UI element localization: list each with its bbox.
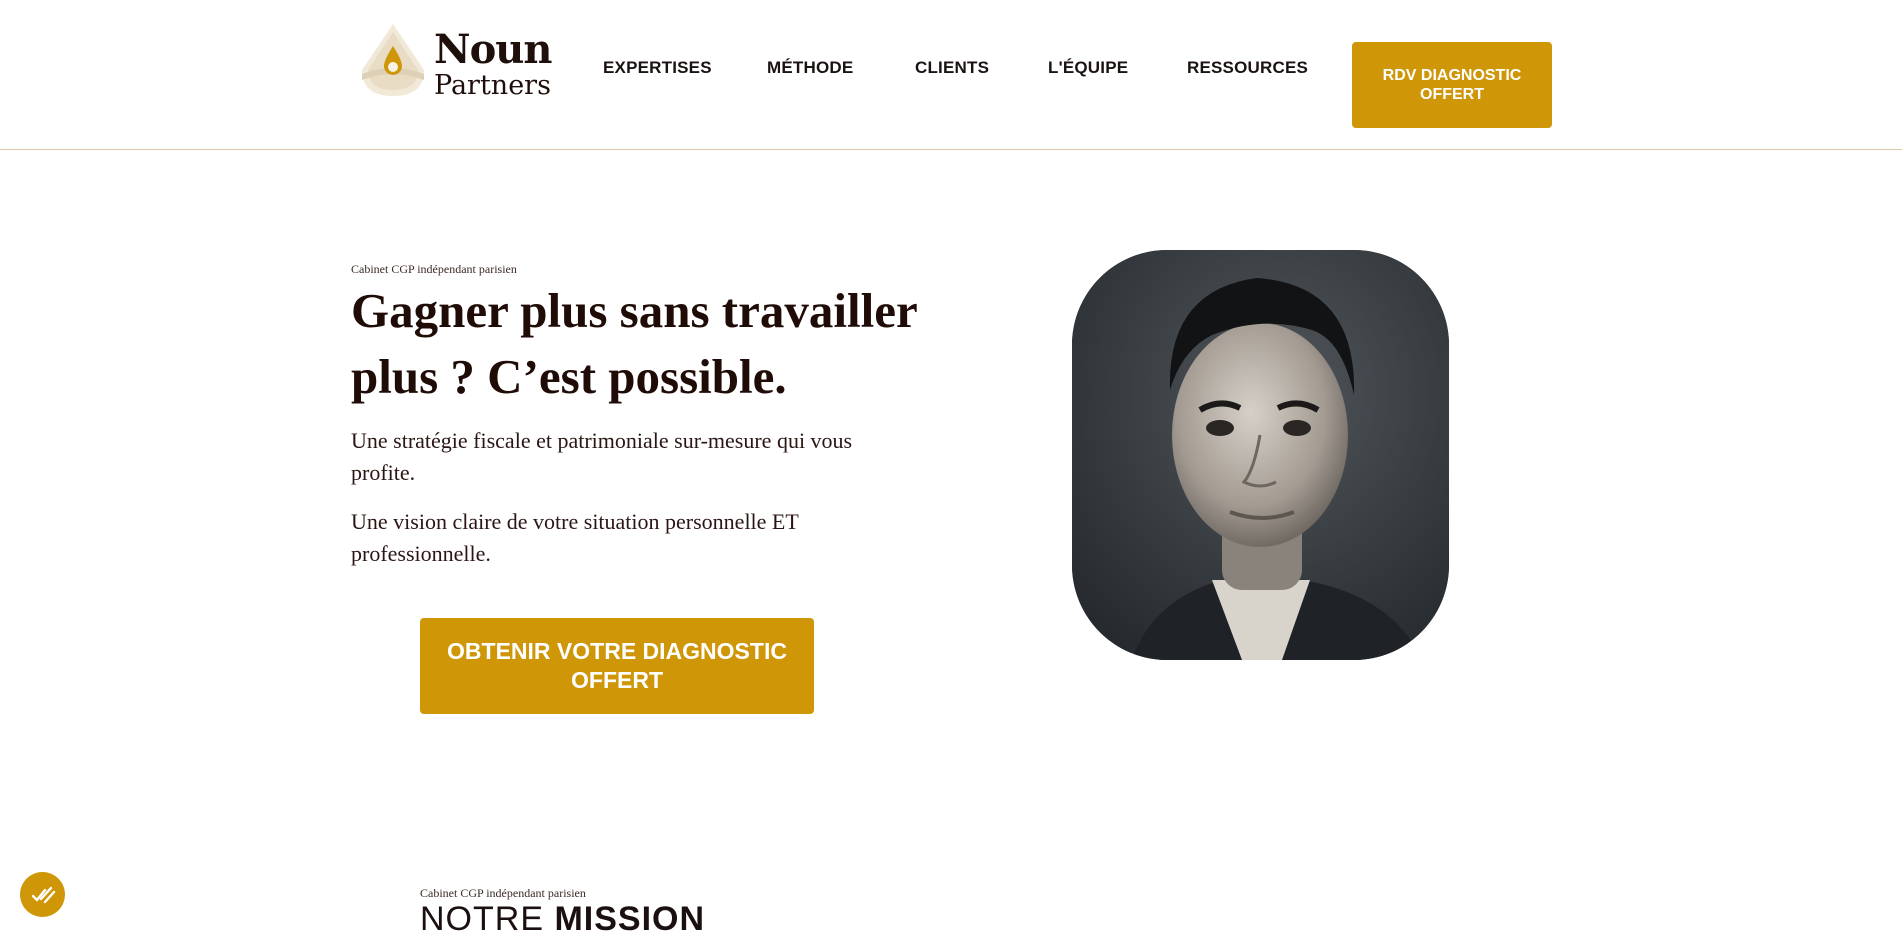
- mission-kicker: Cabinet CGP indépendant parisien: [420, 886, 586, 900]
- mission-title: NOTRE MISSION: [420, 902, 705, 936]
- brand-name: Noun Partners: [434, 26, 552, 101]
- rdv-diagnostic-button[interactable]: RDV DIAGNOSTIC OFFERT: [1352, 42, 1552, 128]
- get-diagnostic-button[interactable]: OBTENIR VOTRE DIAGNOSTIC OFFERT: [420, 618, 814, 714]
- nav-equipe[interactable]: L'ÉQUIPE: [1048, 58, 1128, 78]
- nav-methode[interactable]: MÉTHODE: [767, 58, 853, 78]
- cookie-consent-icon: [31, 886, 56, 904]
- mission-title-light: NOTRE: [420, 900, 555, 938]
- drop-logo-icon: [362, 24, 424, 96]
- nav-ressources[interactable]: RESSOURCES: [1187, 58, 1308, 78]
- portrait-image: [1072, 250, 1449, 660]
- hero-paragraph-1: Une stratégie fiscale et patrimoniale su…: [351, 428, 853, 485]
- brand-name-line1: Noun: [434, 26, 552, 73]
- brand-name-line2: Partners: [434, 70, 551, 101]
- site-header: Noun Partners EXPERTISES MÉTHODE CLIENTS…: [0, 0, 1902, 150]
- advisor-portrait: [1072, 250, 1449, 660]
- hero-kicker: Cabinet CGP indépendant parisien: [351, 262, 517, 276]
- mission-title-bold: MISSION: [554, 900, 706, 938]
- nav-expertises[interactable]: EXPERTISES: [603, 58, 712, 78]
- nav-clients[interactable]: CLIENTS: [915, 58, 989, 78]
- hero-paragraph-2: Une vision claire de votre situation per…: [351, 509, 799, 566]
- cookie-consent-button[interactable]: [20, 872, 65, 917]
- hero-title: Gagner plus sans travailler plus ? C’est…: [351, 283, 917, 404]
- brand-logo[interactable]: Noun Partners: [360, 20, 552, 102]
